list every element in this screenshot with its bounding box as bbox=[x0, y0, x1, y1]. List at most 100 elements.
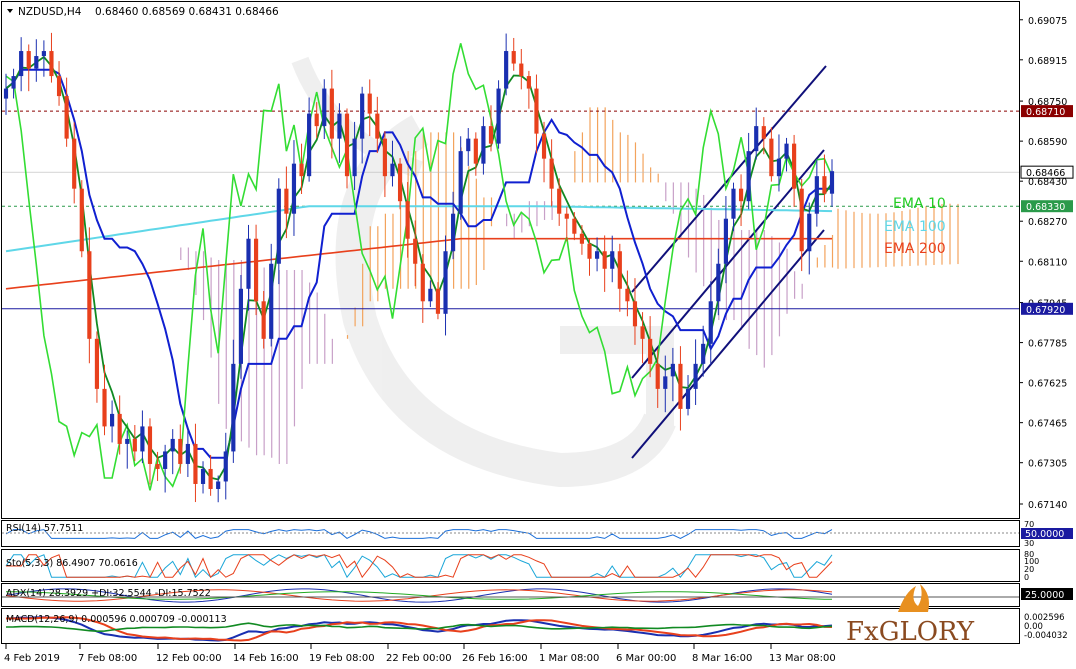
level-tag-text: 0.68466 bbox=[1026, 168, 1065, 179]
candle-body bbox=[223, 451, 228, 482]
candle-body bbox=[829, 171, 835, 194]
candle-body bbox=[216, 481, 221, 489]
candle-body bbox=[307, 113, 312, 177]
candle-body bbox=[579, 233, 585, 244]
candle-body bbox=[625, 288, 630, 302]
price-axis: 0.690750.689150.687500.685900.684300.682… bbox=[1019, 16, 1067, 511]
price-tick-label: 0.68915 bbox=[1028, 56, 1067, 67]
candle-body bbox=[648, 338, 653, 364]
time-tick-label: 22 Feb 00:00 bbox=[386, 653, 452, 664]
candle-body bbox=[246, 238, 251, 289]
candle-body bbox=[617, 251, 622, 289]
candle-body bbox=[640, 326, 645, 339]
legend-ema100: EMA 100 bbox=[884, 219, 946, 235]
candle-body bbox=[337, 113, 342, 139]
candle-body bbox=[314, 113, 319, 127]
legend-ema200: EMA 200 bbox=[884, 241, 946, 257]
candle-body bbox=[390, 163, 395, 177]
time-tick-label: 13 Mar 08:00 bbox=[769, 653, 836, 664]
candle-body bbox=[193, 443, 198, 484]
candle-body bbox=[94, 338, 100, 389]
candle-body bbox=[435, 288, 441, 314]
price-tick-label: 0.68270 bbox=[1028, 217, 1067, 228]
candle-body bbox=[397, 163, 403, 202]
candle-body bbox=[276, 188, 281, 264]
time-tick-label: 26 Feb 16:00 bbox=[462, 653, 528, 664]
candle-body bbox=[602, 251, 607, 269]
candle-body bbox=[541, 133, 547, 159]
candle-body bbox=[87, 251, 92, 339]
candle-body bbox=[594, 251, 600, 259]
candle-body bbox=[170, 438, 175, 452]
price-tick-label: 0.69075 bbox=[1028, 16, 1067, 27]
price-tick-label: 0.67625 bbox=[1028, 379, 1067, 390]
candle-body bbox=[72, 138, 77, 189]
candle-body bbox=[670, 363, 675, 377]
time-tick-label: 12 Feb 00:00 bbox=[156, 653, 222, 664]
candle-body bbox=[473, 138, 478, 164]
candle-body bbox=[708, 301, 713, 344]
level-tag-text: 0.68710 bbox=[1026, 107, 1065, 118]
candle-body bbox=[253, 238, 259, 302]
candle-body bbox=[49, 51, 54, 77]
candle-body bbox=[26, 51, 31, 69]
candle-body bbox=[3, 88, 9, 99]
candle-body bbox=[587, 243, 592, 259]
time-tick-label: 7 Feb 08:00 bbox=[78, 653, 137, 664]
legend-ema10: EMA 10 bbox=[893, 196, 946, 212]
candle-body bbox=[769, 138, 774, 177]
symbol-label: NZDUSD,H4 bbox=[18, 6, 82, 18]
candle-body bbox=[375, 113, 380, 139]
candle-body bbox=[534, 88, 539, 134]
candle-body bbox=[557, 188, 562, 214]
candle-body bbox=[163, 451, 168, 469]
rsi-label: RSI(14) 57.7511 bbox=[6, 523, 83, 534]
candle-body bbox=[738, 188, 744, 202]
candle-body bbox=[231, 363, 236, 452]
candle-body bbox=[200, 468, 206, 484]
candle-body bbox=[34, 56, 39, 69]
candle-body bbox=[185, 443, 190, 464]
candle-body bbox=[420, 263, 425, 302]
candle-body bbox=[413, 238, 418, 264]
candle-body bbox=[466, 138, 471, 152]
brand-name: FxGLORY bbox=[846, 617, 975, 647]
price-tick-label: 0.67140 bbox=[1028, 500, 1067, 511]
candle-body bbox=[496, 88, 501, 144]
price-tick-label: 0.67305 bbox=[1028, 459, 1067, 470]
candle-body bbox=[344, 113, 350, 177]
candle-body bbox=[117, 413, 122, 444]
candle-body bbox=[451, 213, 456, 252]
candle-body bbox=[405, 201, 410, 239]
rsi-bottom-tick: 30 bbox=[1024, 539, 1034, 548]
candle-body bbox=[140, 426, 145, 452]
candle-body bbox=[746, 151, 751, 202]
candle-body bbox=[208, 468, 213, 489]
candle-body bbox=[731, 188, 736, 219]
candle-body bbox=[352, 138, 357, 177]
candle-body bbox=[716, 263, 721, 302]
candle-body bbox=[56, 76, 62, 97]
candle-body bbox=[663, 376, 668, 389]
candle-body bbox=[269, 263, 274, 339]
candle-body bbox=[693, 363, 698, 389]
candle-body bbox=[125, 438, 130, 444]
level-tag-text: 0.67920 bbox=[1026, 305, 1065, 316]
candle-body bbox=[382, 138, 387, 177]
time-tick-label: 6 Mar 00:00 bbox=[616, 653, 676, 664]
macd-label: MACD(12,26,9) 0.000596 0.000709 -0.00011… bbox=[6, 614, 227, 625]
candle-body bbox=[64, 96, 69, 139]
price-tick-label: 0.68110 bbox=[1028, 257, 1067, 268]
adx-level-text: 25.0000 bbox=[1025, 590, 1064, 601]
candle-body bbox=[572, 218, 577, 234]
candle-body bbox=[291, 163, 297, 214]
candle-body bbox=[488, 126, 494, 144]
rsi-top-tick: 70 bbox=[1024, 520, 1034, 529]
candle-body bbox=[147, 426, 153, 464]
level-tag-text: 0.68330 bbox=[1026, 202, 1065, 213]
ohlc-readout: 0.68460 0.68569 0.68431 0.68466 bbox=[95, 6, 279, 18]
candle-body bbox=[678, 363, 683, 409]
macd-bottom-tick: -0.004032 bbox=[1024, 631, 1068, 641]
candle-body bbox=[655, 363, 660, 389]
candle-body bbox=[632, 301, 638, 327]
